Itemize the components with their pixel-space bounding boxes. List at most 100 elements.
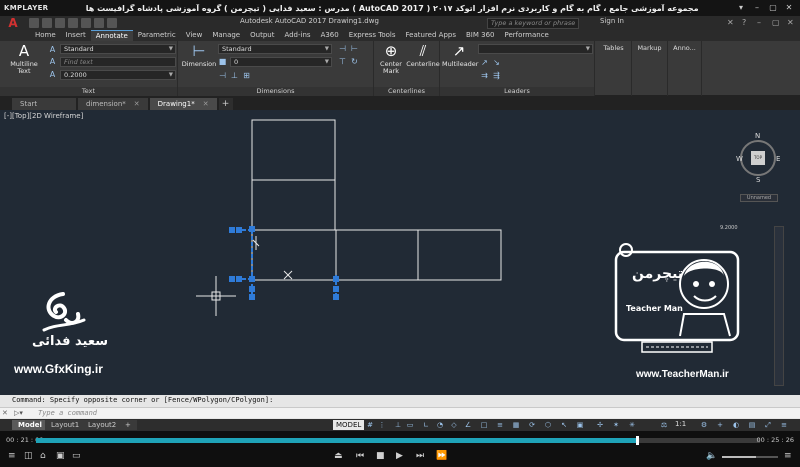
multileader-style-select[interactable]: ▼ [478,44,593,54]
annotation-scale-icon[interactable]: ⚖ [660,421,668,429]
ribbon-tab-manage[interactable]: Manage [207,30,245,41]
model-space-button[interactable]: MODEL [333,420,365,430]
dim-style-select[interactable]: Standard ▼ [218,44,332,54]
compass-west[interactable]: W [736,155,743,163]
equalizer-icon[interactable]: ≡ [784,451,792,461]
plot-icon[interactable] [81,18,91,28]
gizmo-icon[interactable]: ✢ [596,421,604,429]
command-prompt-icon[interactable]: ▷▾ [14,409,23,417]
hardware-accel-icon[interactable]: ▤ [748,421,756,429]
play-icon[interactable]: ▶ [396,451,403,461]
multileader-button[interactable]: ↗ Multileader [442,43,478,68]
compass-east[interactable]: E [776,155,780,163]
ribbon-tab-bim-360[interactable]: BIM 360 [461,30,500,41]
viewcube-top-face[interactable]: TOP [751,151,765,165]
subtitle-icon[interactable]: ▭ [72,451,81,461]
annotation-visibility-icon[interactable]: ✶ [612,421,620,429]
volume-icon[interactable]: 🔈 [706,451,717,461]
3d-icon[interactable]: ◫ [24,451,33,461]
eject-icon[interactable]: ⏏ [334,451,343,461]
infer-constraints-icon[interactable]: ⊥ [394,421,402,429]
add-leader-icon[interactable]: ↗ [480,58,489,67]
ribbon-tab-insert[interactable]: Insert [61,30,91,41]
dynamic-input-icon[interactable]: ▭ [406,421,414,429]
doc-tab-drawing1[interactable]: Drawing1* ✕ [149,98,217,110]
3d-osnap-icon[interactable]: ⬡ [544,421,552,429]
settings-icon[interactable]: ⚙ [700,421,708,429]
find-text-input[interactable]: Find text [60,57,176,67]
ribbon-tab-performance[interactable]: Performance [499,30,553,41]
text-height-select[interactable]: 0.2000 ▼ [60,70,176,80]
compass-north[interactable]: N [755,132,760,140]
ribbon-tab-annotate[interactable]: Annotate [90,30,133,41]
dim-layer-select[interactable]: 0 ▼ [230,57,332,67]
dim-update-icon[interactable]: ↻ [350,57,359,66]
annotation-scaling-panel[interactable]: Anno... [668,41,702,96]
viewcube[interactable]: N S W E TOP [734,132,780,192]
navigation-bar[interactable] [774,226,784,386]
new-icon[interactable] [29,18,39,28]
osnap-icon[interactable]: □ [480,421,488,429]
pin-icon[interactable]: ▾ [736,3,746,13]
saveas-icon[interactable] [68,18,78,28]
lineweight-icon[interactable]: ≡ [496,421,504,429]
close-icon[interactable]: ✕ [2,409,8,417]
help-icon[interactable]: ? [742,18,751,27]
stop-icon[interactable]: ■ [376,451,385,461]
frame-step-icon[interactable]: ⏩ [436,451,447,461]
dim-baseline-icon[interactable]: ⊢ [350,44,359,53]
dim-quick-icon[interactable]: ⊣ [338,44,347,53]
markup-panel[interactable]: Markup [632,41,668,96]
annotation-scale-value[interactable]: 1:1 [675,420,686,428]
sign-in-button[interactable]: Sign In [600,17,624,25]
customization-icon[interactable]: ≡ [780,421,788,429]
add-layout-button[interactable]: + [119,420,137,430]
close-icon[interactable]: ✕ [787,18,796,27]
acad-app-menu-button[interactable]: A [0,16,26,30]
polar-icon[interactable]: ◔ [436,421,444,429]
minimize-icon[interactable]: – [757,18,766,27]
multiline-text-button[interactable]: A Multiline Text [6,43,42,75]
text-panel-title[interactable]: Text [0,87,177,96]
clean-screen-icon[interactable]: ⤢ [764,421,772,429]
isolate-objects-icon[interactable]: ◐ [732,421,740,429]
undo-icon[interactable] [94,18,104,28]
centerlines-panel-title[interactable]: Centerlines [374,87,439,96]
dimensions-panel-title[interactable]: Dimensions [178,87,373,96]
isodraft-icon[interactable]: ◇ [450,421,458,429]
redo-icon[interactable] [107,18,117,28]
viewport-controls-label[interactable]: [-][Top][2D Wireframe] [4,112,83,120]
seek-bar[interactable] [36,436,760,445]
grips[interactable] [229,226,339,300]
vr-icon[interactable]: ⌂ [40,451,46,461]
ribbon-tab-add-ins[interactable]: Add-ins [279,30,315,41]
ortho-icon[interactable]: ∟ [422,421,430,429]
layout-tab-layout2[interactable]: Layout2 [82,420,123,430]
next-icon[interactable]: ⏭ [416,451,424,461]
auto-scale-icon[interactable]: ✳ [628,421,636,429]
snap-icon[interactable]: ⋮ [378,421,386,429]
ribbon-tab-output[interactable]: Output [245,30,279,41]
acad-search-input[interactable]: Type a keyword or phrase [487,18,579,29]
text-style-select[interactable]: Standard ▼ [60,44,176,54]
selection-cycling-icon[interactable]: ⟳ [528,421,536,429]
doc-tab-dimension[interactable]: dimension* ✕ [78,98,148,110]
ribbon-tab-express-tools[interactable]: Express Tools [344,30,401,41]
layout-tab-layout1[interactable]: Layout1 [45,420,86,430]
ribbon-tab-view[interactable]: View [181,30,208,41]
close-tab-icon[interactable]: ✕ [134,100,140,108]
dim-space-icon[interactable]: ⊤ [338,57,347,66]
new-tab-button[interactable]: + [218,98,233,110]
seek-bar-handle[interactable] [635,436,639,445]
dim-adjust-icon[interactable]: ⊥ [230,71,239,80]
previous-icon[interactable]: ⏮ [356,451,364,461]
maximize-icon[interactable]: ▢ [768,3,778,13]
compass-south[interactable]: S [756,176,760,184]
dim-continue-icon[interactable]: ⊞ [242,71,251,80]
osnap-tracking-icon[interactable]: ∠ [464,421,472,429]
dimension-button[interactable]: ⊢ Dimension [180,43,218,68]
ribbon-tab-parametric[interactable]: Parametric [133,30,181,41]
minimize-icon[interactable]: – [752,3,762,13]
volume-slider[interactable] [722,456,778,458]
doc-tab-start[interactable]: Start [12,98,76,110]
